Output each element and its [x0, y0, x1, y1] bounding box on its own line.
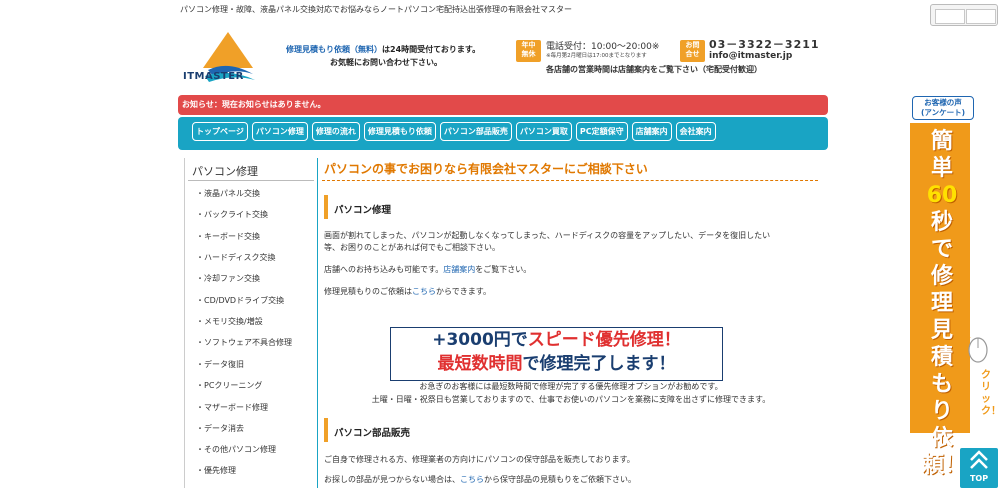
paragraph-text: から保守部品の見積もりをご依頼下さい。: [484, 475, 636, 484]
estimate-paragraph: 修理見積もりのご依頼はこちらからできます。: [324, 286, 814, 298]
banner-sixty: 60: [926, 183, 958, 208]
phone-number[interactable]: 03－3322－3211: [709, 36, 820, 52]
nav-top[interactable]: トップページ: [192, 122, 248, 141]
nav-stores[interactable]: 店舗案内: [631, 122, 672, 141]
top-label: TOP: [969, 474, 989, 483]
click-label: クリック！: [981, 370, 1000, 417]
banner-text: 簡単: [930, 129, 953, 181]
nav-pc-repair[interactable]: パソコン修理: [251, 122, 308, 141]
nav-maintenance[interactable]: PC定額保守: [575, 122, 628, 141]
repair-paragraph: 画面が割れてしまった、パソコンが起動しなくなってしまった、ハードディスクの容量を…: [324, 230, 814, 254]
sidebar-divider: [188, 180, 314, 181]
banner-text: 秒で修理見積もり依頼！: [922, 210, 967, 478]
promo-speed: スピード優先修理！: [527, 330, 681, 350]
quote-subtext: お気軽にお問い合わせ下さい。: [330, 58, 442, 67]
email-link[interactable]: info@itmaster.jp: [709, 51, 792, 61]
nav-company[interactable]: 会社案内: [675, 122, 716, 141]
promo-description: お急ぎのお客様には最短数時間で修理が完了する優先修理オプションがお勧めです。: [419, 382, 723, 391]
open-year-round-badge: 年中 無休: [516, 40, 541, 62]
paragraph-text: 店舗へのお持ち込みも可能です。: [324, 265, 444, 274]
store-guide-link[interactable]: 店舗案内: [443, 265, 475, 274]
logo-text: ITMASTER: [183, 71, 244, 82]
sidebar-title: パソコン修理: [192, 165, 258, 178]
badge-line: 合せ: [685, 50, 700, 58]
sidebar-item-priority[interactable]: ・優先修理: [196, 465, 236, 476]
sidebar-item-data-recovery[interactable]: ・データ復旧: [196, 359, 244, 370]
sidebar-item-data-erase[interactable]: ・データ消去: [196, 423, 244, 434]
nav-estimate[interactable]: 修理見積もり依頼: [363, 122, 436, 141]
paragraph-text: をご覧下さい。: [475, 265, 532, 274]
parts-paragraph: ご自身で修理される方、修理業者の方向けにパソコンの保守部品を販売しております。: [324, 455, 635, 464]
paragraph-text: お探しの部品が見つからない場合は、: [324, 475, 460, 484]
estimate-link[interactable]: こちら: [412, 287, 436, 296]
title-divider: [322, 180, 818, 181]
promo-shortest: 最短数時間: [437, 354, 523, 374]
sidebar-item-fan[interactable]: ・冷却ファン交換: [196, 273, 260, 284]
font-size-small-button[interactable]: [935, 9, 965, 24]
paragraph-text: 修理見積もりのご依頼は: [324, 287, 412, 296]
page-title: パソコンの事でお困りなら有限会社マスターにご相談下さい: [324, 162, 648, 176]
notice-bar: お知らせ：現在お知らせはありません。: [178, 95, 828, 115]
badge-line: 無休: [521, 50, 536, 58]
promo-complete: で修理完了します！: [522, 354, 676, 374]
mouse-cursor-icon: [963, 333, 988, 363]
badge-line: 年中: [521, 41, 536, 49]
paragraph-line: 等、お困りのことがあれば何でもご相談下さい。: [324, 243, 500, 252]
nav-parts[interactable]: パソコン部品販売: [439, 122, 512, 141]
paragraph-line: 画面が割れてしまった、パソコンが起動しなくなってしまった、ハードディスクの容量を…: [324, 231, 771, 240]
sidebar-item-backlight[interactable]: ・バックライト交換: [196, 209, 268, 220]
contact-badge: お問 合せ: [680, 40, 705, 62]
nav-flow[interactable]: 修理の流れ: [311, 122, 360, 141]
font-size-switcher[interactable]: [930, 4, 998, 26]
promo-price: +3000円で: [432, 330, 528, 350]
back-to-top-button[interactable]: TOP: [960, 448, 998, 488]
logo-triangle-shape: [203, 32, 253, 68]
paragraph-text: からできます。: [436, 287, 491, 296]
sidebar-item-cleaning[interactable]: ・PCクリーニング: [196, 380, 262, 391]
chevron-up-icon: [970, 450, 988, 469]
section-accent-bar: [324, 418, 328, 442]
voice-line: (アンケート): [920, 108, 966, 117]
main-nav: トップページ パソコン修理 修理の流れ 修理見積もり依頼 パソコン部品販売 パソ…: [178, 117, 828, 150]
parts-request-paragraph: お探しの部品が見つからない場合は、こちらから保守部品の見積もりをご依頼下さい。: [324, 474, 814, 486]
sidebar-item-software[interactable]: ・ソフトウェア不具合修理: [196, 337, 292, 348]
customer-voice-button[interactable]: お客様の声 (アンケート): [912, 96, 974, 120]
sidebar-item-drive[interactable]: ・CD/DVDドライブ交換: [196, 295, 284, 306]
nav-buyback[interactable]: パソコン買取: [515, 122, 572, 141]
section-accent-bar: [324, 195, 328, 219]
quick-estimate-text[interactable]: 簡単60秒で修理見積もり依頼！: [922, 128, 966, 479]
badge-line: お問: [685, 41, 700, 49]
sidebar-item-other[interactable]: ・その他パソコン修理: [196, 444, 276, 455]
promo-description-2: 土曜・日曜・祝祭日も営業しておりますので、仕事でお使いのパソコンを業務に支障を出…: [371, 395, 771, 404]
voice-line: お客様の声: [924, 98, 962, 107]
quote-text: は24時間受付ております。: [382, 45, 481, 54]
store-info: 各店舗の営業時間は店舗案内をご覧下さい（宅配受付歓迎）: [546, 65, 762, 74]
section-title-repair: パソコン修理: [334, 205, 392, 216]
sidebar-item-motherboard[interactable]: ・マザーボード修理: [196, 402, 268, 413]
store-paragraph: 店舗へのお持ち込みも可能です。店舗案内をご覧下さい。: [324, 264, 814, 276]
hours-note: ※毎月第2月曜日は17:00までとなります: [546, 53, 647, 59]
quote-message: 修理見積もり依頼（無料）は24時間受付ております。: [286, 44, 480, 55]
quote-link[interactable]: 修理見積もり依頼（無料）: [286, 45, 382, 54]
sidebar-item-memory[interactable]: ・メモリ交換/増設: [196, 316, 263, 327]
sidebar-item-lcd[interactable]: ・液晶パネル交換: [196, 188, 260, 199]
sidebar-item-hdd[interactable]: ・ハードディスク交換: [196, 252, 275, 263]
parts-estimate-link[interactable]: こちら: [460, 475, 484, 484]
font-size-large-button[interactable]: [966, 9, 996, 24]
sidebar-item-keyboard[interactable]: ・キーボード交換: [196, 231, 260, 242]
site-tagline: パソコン修理・故障、液晶パネル交換対応でお悩みならノートパソコン宅配持込出張修理…: [180, 5, 572, 14]
priority-repair-banner[interactable]: +3000円でスピード優先修理！ 最短数時間で修理完了します！: [390, 327, 723, 381]
section-title-parts: パソコン部品販売: [334, 428, 411, 439]
